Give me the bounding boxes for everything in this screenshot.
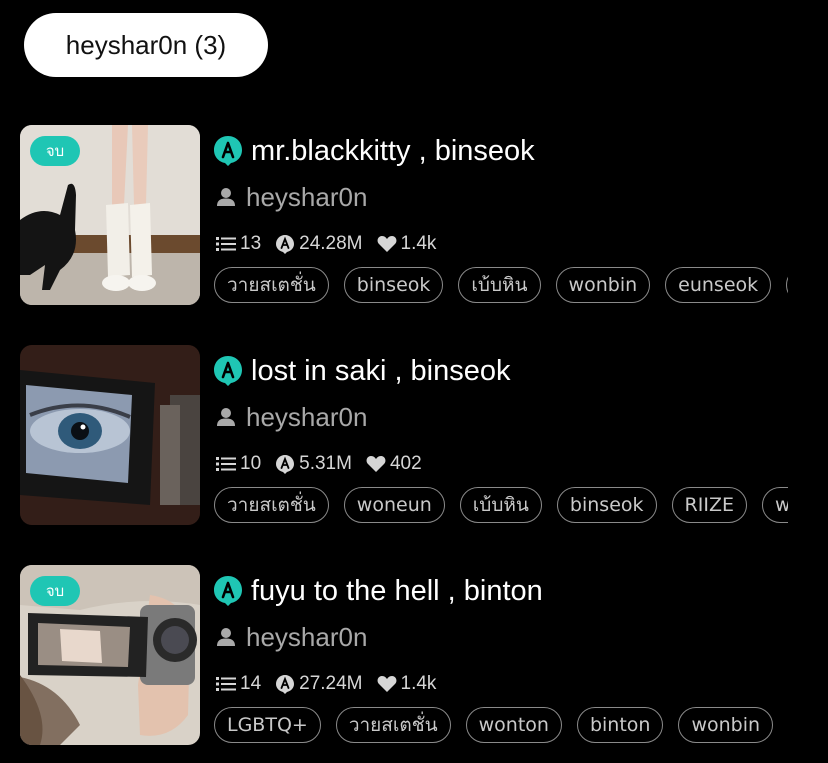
story-author-name[interactable]: heyshar0n xyxy=(246,402,367,433)
author-stories-page: heyshar0n (3) จบ mr.blackkitty , binseok… xyxy=(0,0,828,763)
like-count-value: 1.4k xyxy=(400,233,437,254)
like-count-value: 1.4k xyxy=(400,673,437,694)
tag-chip[interactable]: เบ้บหิน xyxy=(458,267,541,303)
story-author-row[interactable]: heyshar0n xyxy=(216,181,367,213)
reads-icon xyxy=(276,455,295,474)
heart-icon xyxy=(377,236,396,252)
app-logo-icon xyxy=(214,356,242,386)
like-count: 1.4k xyxy=(377,673,437,695)
story-item[interactable]: จบ fuyu to the hell , binton heyshar0n 1… xyxy=(20,565,828,745)
story-title[interactable]: mr.blackkitty , binseok xyxy=(251,135,535,168)
tag-chip[interactable]: binseok xyxy=(556,487,657,523)
tag-chip[interactable]: binseok xyxy=(343,267,444,303)
like-count: 1.4k xyxy=(377,233,437,255)
chapter-count: 14 xyxy=(216,673,261,695)
story-item[interactable]: จบ mr.blackkitty , binseok heyshar0n 13 … xyxy=(20,125,828,305)
story-author-row[interactable]: heyshar0n xyxy=(216,621,367,653)
story-title[interactable]: lost in saki , binseok xyxy=(251,355,511,388)
user-icon xyxy=(217,408,235,426)
read-count-value: 5.31M xyxy=(299,453,352,474)
heart-icon xyxy=(366,456,386,472)
author-filter-chip[interactable]: heyshar0n (3) xyxy=(24,13,268,77)
story-stats: 13 24.28M 1.4k xyxy=(216,232,450,256)
read-count: 24.28M xyxy=(275,233,363,255)
like-count: 402 xyxy=(366,453,422,475)
tag-chip[interactable]: LGBTQ+ xyxy=(214,707,321,743)
list-icon xyxy=(216,677,236,691)
tag-chip[interactable]: วายสเตชั่น xyxy=(214,267,329,303)
reads-icon xyxy=(276,235,295,254)
story-author-name[interactable]: heyshar0n xyxy=(246,182,367,213)
cover-image-camcorder-eye xyxy=(20,345,200,525)
list-icon xyxy=(216,237,236,251)
read-count: 27.24M xyxy=(275,673,363,695)
story-author-name[interactable]: heyshar0n xyxy=(246,622,367,653)
story-tags: วายสเตชั่น binseok เบ้บหิน wonbin eunseo… xyxy=(214,264,788,306)
completed-badge: จบ xyxy=(30,136,80,166)
story-stats: 14 27.24M 1.4k xyxy=(216,672,450,696)
tag-chip[interactable]: วายสเตชั่น xyxy=(335,707,451,743)
chapter-count: 10 xyxy=(216,453,261,475)
story-title-row[interactable]: mr.blackkitty , binseok xyxy=(213,133,535,169)
story-tags: LGBTQ+ วายสเตชั่น wonton binton wonbin a xyxy=(214,704,788,746)
story-author-row[interactable]: heyshar0n xyxy=(216,401,367,433)
chapter-count-value: 13 xyxy=(240,233,262,254)
tag-chip[interactable]: wonbin xyxy=(555,267,651,303)
tag-chip[interactable]: RIIZE xyxy=(671,487,747,523)
story-tags: วายสเตชั่น woneun เบ้บหิน binseok RIIZE … xyxy=(214,484,788,526)
tag-chip[interactable]: woneun xyxy=(343,487,445,523)
story-stats: 10 5.31M 402 xyxy=(216,452,436,476)
chapter-count: 13 xyxy=(216,233,261,255)
completed-badge: จบ xyxy=(30,576,80,606)
story-cover[interactable]: จบ xyxy=(20,125,200,305)
tag-chip[interactable]: wonbin xyxy=(761,487,788,523)
story-title[interactable]: fuyu to the hell , binton xyxy=(251,575,543,608)
story-item[interactable]: lost in saki , binseok heyshar0n 10 5.31… xyxy=(20,345,828,525)
tag-chip[interactable]: eunseok xyxy=(665,267,772,303)
tag-chip[interactable]: เบ้บหิน xyxy=(459,487,542,523)
tag-chip[interactable]: binton xyxy=(576,707,664,743)
tag-chip[interactable]: R xyxy=(786,267,788,303)
story-cover[interactable]: จบ xyxy=(20,565,200,745)
chapter-count-value: 10 xyxy=(240,453,262,474)
story-title-row[interactable]: lost in saki , binseok xyxy=(213,353,511,389)
like-count-value: 402 xyxy=(389,453,422,474)
user-icon xyxy=(217,188,235,206)
chapter-count-value: 14 xyxy=(240,673,262,694)
read-count: 5.31M xyxy=(275,453,352,475)
read-count-value: 24.28M xyxy=(299,233,363,254)
user-icon xyxy=(217,628,235,646)
reads-icon xyxy=(276,675,295,694)
author-filter-label: heyshar0n (3) xyxy=(65,29,227,60)
tag-chip[interactable]: wonton xyxy=(465,707,562,743)
story-title-row[interactable]: fuyu to the hell , binton xyxy=(213,573,543,609)
story-cover[interactable] xyxy=(20,345,200,525)
app-logo-icon xyxy=(214,576,242,606)
list-icon xyxy=(216,457,236,471)
tag-chip[interactable]: วายสเตชั่น xyxy=(214,487,329,523)
tag-chip[interactable]: wonbin xyxy=(678,707,774,743)
read-count-value: 27.24M xyxy=(299,673,363,694)
heart-icon xyxy=(377,676,396,692)
app-logo-icon xyxy=(214,136,242,166)
